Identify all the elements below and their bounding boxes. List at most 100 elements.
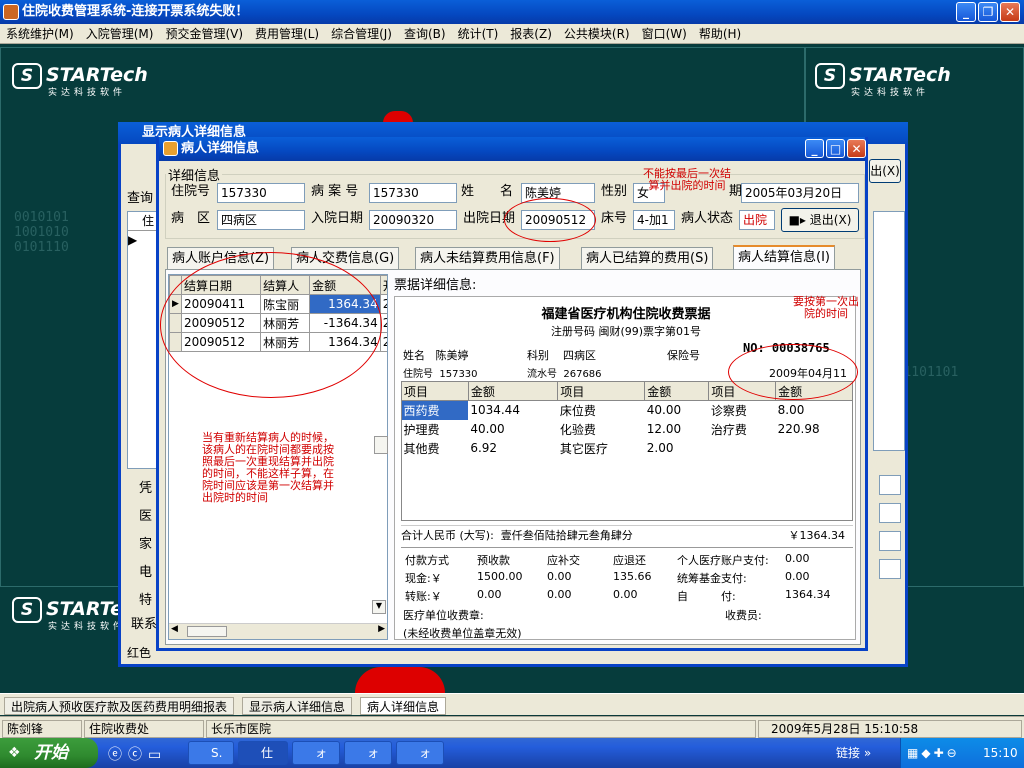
status-bar: 陈剑锋 住院收费处 长乐市医院 2009年5月28日 15:10:58 [0,716,1024,738]
color-label: 红色 [127,646,152,660]
backwin-exit-button[interactable]: 出(X) [869,159,901,183]
quicklaunch-icons[interactable]: ⓔⓒ▭ [108,744,167,764]
menu-deposit[interactable]: 预交金管理(V) [159,24,249,44]
annotation-ellipse [160,252,382,398]
receipt-reg: 注册号码 闽财(99)票字第01号 [550,325,702,338]
app-title-bar: 住院收费管理系统-连接开票系统失败！ _ ❐ ✕ [0,0,1024,24]
exit-icon: ■▸ [788,213,806,227]
tab-settled-fees[interactable]: 病人已结算的费用(S) [581,247,714,269]
menu-reports[interactable]: 报表(Z) [504,24,558,44]
ward-field[interactable]: 四病区 [217,210,305,230]
admit-date-field[interactable]: 20090320 [369,210,457,230]
receipt-insurance: 保险号 [667,349,700,362]
start-button[interactable]: ❖ 开始 [0,738,98,768]
menu-query[interactable]: 查询(B) [398,24,452,44]
case-no-field[interactable]: 157330 [369,183,457,203]
taskbar-item[interactable]: S. [188,741,234,765]
grid-scroll-thumb[interactable] [374,436,388,454]
annotation-right: 要按第一次出院的时间 [793,295,859,320]
brand-logo: S STARTech 实达科技软件 [815,63,951,98]
col-extra[interactable]: 开 [379,275,387,295]
taskbar-item[interactable]: ォ [292,741,340,765]
status-dept: 住院收费处 [84,720,204,738]
inpatient-no-field[interactable]: 157330 [217,183,305,203]
dialog-title: 病人详细信息 [181,141,260,156]
receipt-serial: 流水号 267686 [527,369,602,380]
status-hospital: 长乐市医院 [206,720,756,738]
menu-help[interactable]: 帮助(H) [693,24,747,44]
taskbar-item[interactable]: ォ [396,741,444,765]
dialog-icon [163,141,178,156]
query-label: 查询 [127,191,154,206]
receipt-name: 姓名 陈美婷 [403,349,469,362]
tab-settlement-info[interactable]: 病人结算信息(I) [733,245,835,270]
backwin-grid[interactable]: 住 ▶ [127,211,157,469]
receipt-title: 福建省医疗机构住院收费票据 [541,307,711,322]
menu-admission[interactable]: 入院管理(M) [80,24,160,44]
status-label: 病人状态 [681,211,734,226]
dialog-close-button[interactable]: ✕ [847,139,866,158]
tab-unsettled[interactable]: 病人未结算费用信息(F) [415,247,560,269]
dialog-title-bar: 病人详细信息 _ □ ✕ [159,137,866,161]
receipt-scroll-down[interactable]: ▼ [372,600,386,614]
contact-label: 联系 [131,617,158,632]
mdi-tab-detail-list[interactable]: 显示病人详细信息 [242,697,353,715]
exit-button-label: 退出(X) [809,213,852,227]
menu-stats[interactable]: 统计(T) [452,24,505,44]
annotation-ellipse [504,198,596,242]
date3-field[interactable]: 2005年03月20日 [741,183,859,203]
inpatient-no-label: 住院号 [171,184,211,199]
receipt-seal-note: (未经收费单位盖章无效) [403,627,522,640]
tray-icons[interactable]: ▦◆✚⊖ [907,738,960,768]
backwin-right-grid[interactable] [873,211,905,451]
ward-label: 病 区 [171,211,211,226]
menu-fees[interactable]: 费用管理(L) [249,24,325,44]
windows-flag-icon: ❖ [8,745,21,761]
case-no-label: 病 案 号 [311,184,359,199]
annotation-left: 当有重新结算病人的时候，该病人的在院时间都要成按照最后一次重现结算并出院的时间，… [202,431,334,504]
menu-system[interactable]: 系统维护(M) [0,24,80,44]
restore-button[interactable]: ❐ [978,2,998,22]
tray-clock: 15:10 [983,746,1018,760]
receipt-dept: 科别 四病区 [527,349,596,362]
receipt-seal-label: 医疗单位收费章: [403,609,484,622]
menu-window[interactable]: 窗口(W) [636,24,693,44]
grid-hscrollbar[interactable]: ◀ ▶ [169,623,387,639]
system-tray: ▦◆✚⊖ 15:10 [900,738,1024,768]
dialog-maximize-button[interactable]: □ [826,139,845,158]
exit-button[interactable]: ■▸ 退出(X) [781,208,859,232]
taskbar-item[interactable]: ォ [344,741,392,765]
dialog-minimize-button[interactable]: _ [805,139,824,158]
links-toolbar[interactable]: 链接 » [836,744,871,761]
bed-label: 床号 [601,211,628,226]
status-datetime: 2009年5月28日 15:10:58 [758,720,1022,738]
receipt-section-label: 票据详细信息: [394,278,477,293]
app-icon [3,4,19,20]
bed-field[interactable]: 4-加1 [633,210,675,230]
app-title: 住院收费管理系统-连接开票系统失败！ [22,4,249,19]
menu-general[interactable]: 综合管理(J) [325,24,398,44]
name-label: 姓 名 [461,184,514,199]
receipt-cashier-label: 收费员: [725,609,762,622]
receipt-inpatient: 住院号 157330 [403,369,478,380]
backwin-right-fields [879,475,901,615]
annotation-ellipse [728,344,858,400]
mdi-window-tabs: 出院病人预收医疗款及医药费用明细报表 显示病人详细信息 病人详细信息 [0,693,1024,715]
annotation-top: 不能按最后一次结算并出院的时间 [643,167,731,192]
mdi-tab-report[interactable]: 出院病人预收医疗款及医药费用明细报表 [4,697,235,715]
brand-logo: S STARTech 实达科技软件 [12,63,148,98]
receipt-total-row: 合计人民币 (大写): 壹仟叁佰陆拾肆元叁角肆分 ￥1364.34 [401,525,853,545]
menu-public[interactable]: 公共模块(R) [558,24,636,44]
receipt-items-box [401,401,853,521]
status-field[interactable]: 出院 [739,210,775,230]
minimize-button[interactable]: _ [956,2,976,22]
close-button[interactable]: ✕ [1000,2,1020,22]
mdi-tab-patient-detail[interactable]: 病人详细信息 [360,697,447,715]
sex-label: 性别 [601,184,628,199]
receipt-payment: 付款方式 预收款 应补交 应退还 个人医疗账户支付: 0.00 现金:￥ 150… [401,547,853,605]
taskbar-item-active[interactable]: 仕 [238,741,288,765]
admit-date-label: 入院日期 [311,211,364,226]
red-cross-decoration [355,667,445,693]
menu-bar: 系统维护(M) 入院管理(M) 预交金管理(V) 费用管理(L) 综合管理(J) 查询(B… [0,24,1024,44]
status-user: 陈剑锋 [2,720,82,738]
